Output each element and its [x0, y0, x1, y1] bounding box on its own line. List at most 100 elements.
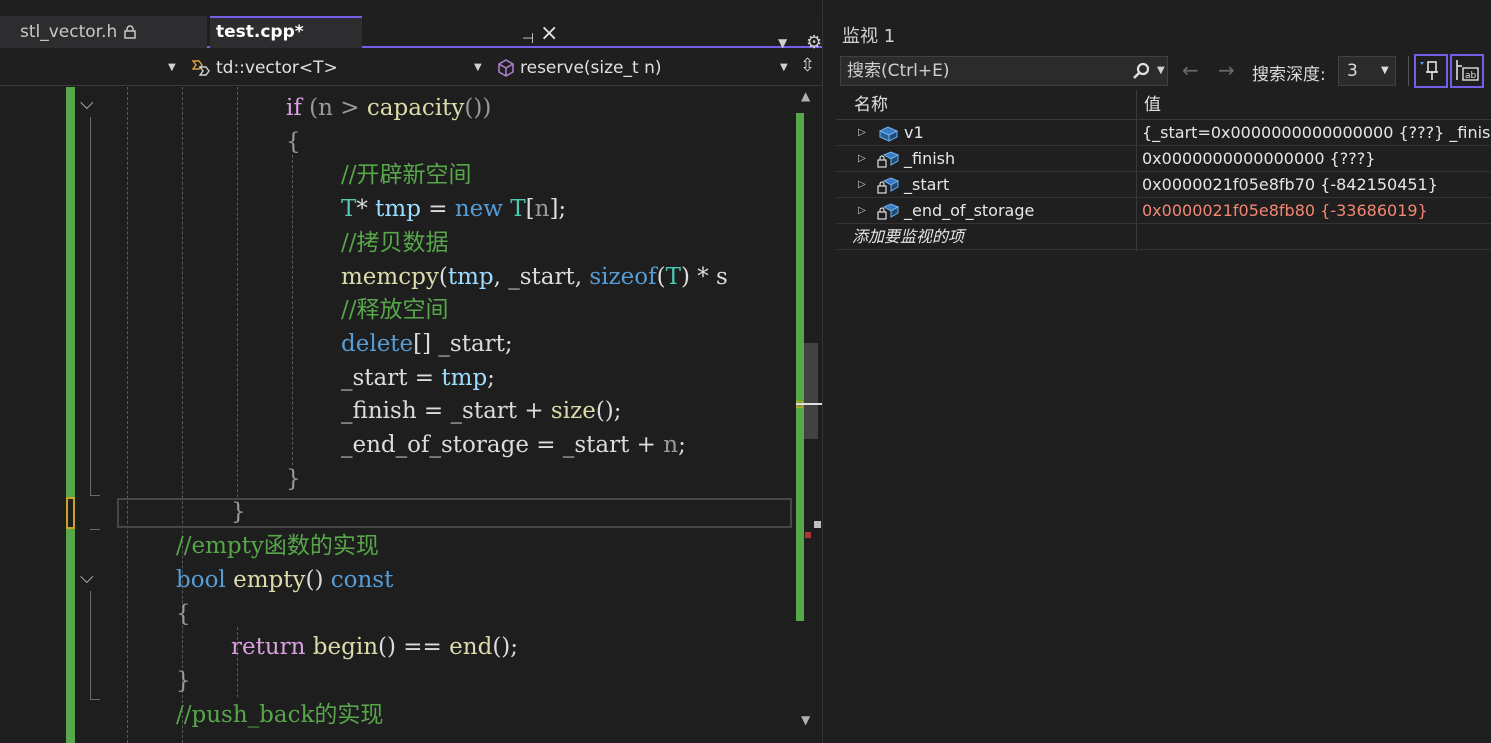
code-line[interactable]: }: [176, 664, 191, 698]
watch-value[interactable]: 0x0000021f05e8fb70 {-842150451}: [1142, 172, 1438, 198]
code-token: ;: [487, 364, 495, 391]
expand-arrow-icon[interactable]: ▷: [858, 146, 866, 172]
code-line[interactable]: }: [286, 462, 301, 496]
expand-arrow-icon[interactable]: ▷: [858, 120, 866, 146]
editor-pane: stl_vector.h test.cpp* ⊣ × ▼ ⚙ ▼ td::vec…: [0, 0, 824, 743]
column-header-name[interactable]: 名称: [854, 90, 888, 120]
chevron-down-icon[interactable]: ▼: [1157, 57, 1165, 85]
pin-icon[interactable]: ⊣: [522, 25, 534, 53]
chevron-down-icon: ▼: [168, 62, 176, 73]
search-icon[interactable]: [1131, 61, 1151, 81]
code-line[interactable]: //拷贝数据: [341, 226, 449, 260]
code-line[interactable]: if (n > capacity()): [286, 91, 491, 125]
search-previous-icon[interactable]: ←: [1182, 58, 1199, 82]
code-token: n: [318, 95, 333, 121]
search-depth-value: 3: [1347, 61, 1358, 81]
code-token: {: [176, 600, 191, 627]
close-icon[interactable]: ×: [540, 21, 558, 47]
scrollbar-change-map: [796, 113, 804, 621]
indent-guide: [182, 87, 183, 743]
code-line[interactable]: {: [286, 125, 301, 159]
tab-test-cpp[interactable]: test.cpp* ⊣ ×: [210, 16, 558, 48]
scroll-down-icon[interactable]: ▼: [801, 713, 810, 727]
watch-row[interactable]: ▷ _start 0x0000021f05e8fb70 {-842150451}: [836, 172, 1491, 198]
code-token: _start =: [341, 364, 442, 391]
watch-value[interactable]: {_start=0x0000000000000000 {???} _finish…: [1142, 120, 1491, 146]
code-line[interactable]: //empty函数的实现: [176, 529, 379, 563]
code-token: ()): [464, 95, 492, 121]
watch-name: _finish: [904, 149, 956, 168]
code-token: delete: [341, 330, 414, 357]
project-dropdown[interactable]: ▼: [0, 55, 186, 81]
code-line[interactable]: //开辟新空间: [341, 158, 472, 192]
code-token: empty: [233, 566, 306, 593]
editor-vertical-scrollbar[interactable]: ▲ ▼: [796, 87, 822, 743]
code-token: () ==: [378, 634, 450, 661]
method-icon: [498, 59, 514, 77]
watch-name: _end_of_storage: [904, 201, 1035, 220]
indent-guide: [127, 87, 128, 743]
code-token: tmp: [441, 364, 488, 391]
fold-collapse-icon[interactable]: ⌵: [80, 567, 94, 588]
code-token: }: [231, 499, 246, 526]
view-raw-button[interactable]: ab: [1450, 54, 1484, 88]
add-watch-placeholder: 添加要监视的项: [852, 227, 965, 246]
code-line[interactable]: return begin() == end();: [231, 630, 518, 664]
code-token: }: [176, 667, 191, 694]
search-next-icon[interactable]: →: [1218, 58, 1235, 82]
scroll-up-icon[interactable]: ▲: [801, 89, 810, 103]
tab-stl-vector-h[interactable]: stl_vector.h: [0, 16, 207, 48]
expand-arrow-icon[interactable]: ▷: [858, 172, 866, 198]
code-token: //empty函数的实现: [176, 533, 379, 560]
code-line[interactable]: {: [176, 597, 191, 631]
class-scope-label: td::vector<T>: [216, 58, 338, 78]
watch-row[interactable]: ▷ _end_of_storage 0x0000021f05e8fb80 {-3…: [836, 198, 1491, 224]
code-line[interactable]: }: [231, 495, 246, 529]
tab-label: test.cpp*: [216, 22, 304, 42]
private-field-icon: [877, 177, 900, 194]
code-line[interactable]: //释放空间: [341, 293, 449, 327]
watch-row[interactable]: ▷ v1 {_start=0x0000000000000000 {???} _f…: [836, 120, 1491, 146]
code-line[interactable]: bool empty() const: [176, 563, 393, 597]
class-scope-dropdown[interactable]: td::vector<T> ▼: [190, 55, 490, 81]
watch-search-input[interactable]: 搜索(Ctrl+E) ▼: [840, 56, 1168, 86]
code-token: ];: [549, 196, 567, 223]
pin-properties-button[interactable]: [1414, 54, 1448, 88]
add-watch-row[interactable]: 添加要监视的项: [836, 224, 1491, 250]
tab-list-dropdown-icon[interactable]: ▼: [778, 36, 787, 50]
code-token: >: [333, 95, 367, 121]
code-token: (: [438, 263, 448, 290]
code-token: tmp: [375, 196, 421, 223]
chevron-down-icon: ▼: [474, 62, 482, 73]
pin-icon: [1420, 61, 1438, 80]
search-depth-select[interactable]: 3 ▼: [1338, 56, 1396, 86]
member-label: reserve(size_t n): [520, 58, 662, 78]
watch-value[interactable]: 0x0000000000000000 {???}: [1142, 146, 1375, 172]
member-dropdown[interactable]: reserve(size_t n) ▼: [496, 55, 796, 81]
code-line[interactable]: delete[] _start;: [341, 327, 513, 361]
object-icon: [878, 126, 899, 142]
code-token: (: [301, 95, 319, 121]
column-header-value[interactable]: 值: [1144, 90, 1161, 120]
code-editor[interactable]: ⌵ ⌵ if (n > capacity()){//开辟新空间 T* tmp = …: [0, 87, 796, 743]
change-tracking-bar: [66, 87, 75, 743]
watch-value[interactable]: 0x0000021f05e8fb80 {-33686019}: [1142, 198, 1428, 224]
expand-arrow-icon[interactable]: ▷: [858, 198, 866, 224]
code-line[interactable]: _start = tmp;: [341, 361, 495, 395]
fold-collapse-icon[interactable]: ⌵: [80, 93, 94, 114]
code-line[interactable]: memcpy(tmp, _start, sizeof(T) * s: [341, 260, 728, 294]
code-token: ;: [678, 432, 686, 458]
code-token: =: [420, 196, 455, 223]
scrollbar-thumb[interactable]: [804, 343, 818, 439]
code-line[interactable]: _finish = _start + size();: [341, 394, 622, 428]
code-line[interactable]: _end_of_storage = _start + n;: [341, 428, 686, 462]
code-line[interactable]: T* tmp = new T[n];: [341, 192, 566, 226]
split-editor-icon[interactable]: ⇳: [800, 55, 815, 76]
watch-row[interactable]: ▷ _finish 0x0000000000000000 {???}: [836, 146, 1491, 172]
code-line[interactable]: //push_back的实现: [176, 698, 383, 732]
code-token: //开辟新空间: [341, 162, 472, 189]
pane-splitter[interactable]: [822, 0, 836, 743]
lock-icon: [124, 25, 136, 39]
code-token: ();: [595, 398, 622, 425]
